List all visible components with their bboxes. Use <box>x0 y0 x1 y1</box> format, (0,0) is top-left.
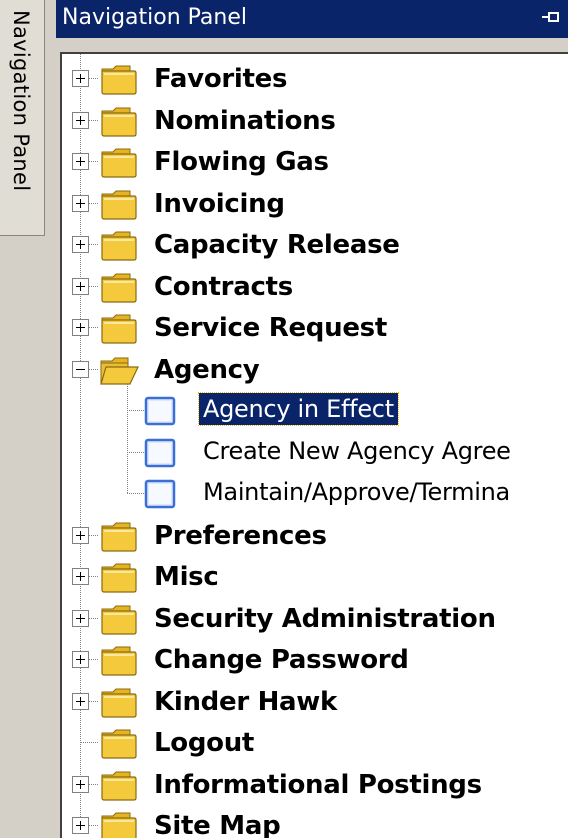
panel-title-bar: Navigation Panel <box>56 0 568 38</box>
tree-item-misc[interactable]: Misc <box>62 556 568 596</box>
folder-icon <box>98 519 140 553</box>
expand-icon[interactable] <box>72 111 89 129</box>
folder-icon <box>98 768 140 802</box>
tree-item-label[interactable]: Capacity Release <box>154 229 400 261</box>
tree-item-label[interactable]: Change Password <box>154 644 409 676</box>
tree-item-contracts[interactable]: Contracts <box>62 266 568 306</box>
folder-icon <box>98 809 140 838</box>
expand-icon[interactable] <box>72 692 89 710</box>
tree-item-label[interactable]: Security Administration <box>154 603 496 635</box>
tree-connector <box>80 742 98 743</box>
tree-item-invoicing[interactable]: Invoicing <box>62 183 568 223</box>
tree-item-label[interactable]: Invoicing <box>154 188 285 220</box>
expand-icon[interactable] <box>72 526 89 544</box>
navigation-tree: Favorites Nominations Flowing Gas Invoicing… <box>60 52 568 838</box>
folder-icon <box>98 104 140 138</box>
tree-item-label[interactable]: Informational Postings <box>154 769 482 801</box>
expand-icon[interactable] <box>72 609 89 627</box>
tree-item-label[interactable]: Contracts <box>154 271 293 303</box>
folder-icon <box>98 228 140 262</box>
tree-connector <box>127 451 144 453</box>
tree-item-favorites[interactable]: Favorites <box>62 58 568 98</box>
expand-icon[interactable] <box>72 651 89 668</box>
expand-icon[interactable] <box>72 817 89 834</box>
expand-icon[interactable] <box>72 194 89 212</box>
tree-item-label[interactable]: Agency <box>154 354 260 386</box>
tree-item-change-password[interactable]: Change Password <box>62 639 568 679</box>
tree-child-label[interactable]: Create New Agency Agree <box>199 435 515 467</box>
collapse-icon[interactable] <box>72 360 89 378</box>
tree-item-kinder-hawk[interactable]: Kinder Hawk <box>62 681 568 721</box>
tree-item-label[interactable]: Favorites <box>154 63 287 95</box>
folder-icon <box>98 685 140 719</box>
tree-child-label[interactable]: Agency in Effect <box>198 392 399 426</box>
tree-item-logout[interactable]: Logout <box>62 722 568 762</box>
tree-child-item[interactable]: Create New Agency Agree <box>62 432 568 472</box>
folder-icon <box>98 270 140 304</box>
tree-child-item[interactable]: Agency in Effect <box>62 390 568 430</box>
tree-item-label[interactable]: Service Request <box>154 312 387 344</box>
tree-item-label[interactable]: Site Map <box>154 810 281 838</box>
side-tab-strip: Navigation Panel <box>0 0 50 838</box>
folder-icon <box>98 726 140 760</box>
tree-item-security-administration[interactable]: Security Administration <box>62 598 568 638</box>
tree-connector <box>127 410 144 411</box>
tree-item-site-map[interactable]: Site Map <box>62 805 568 838</box>
expand-icon[interactable] <box>72 568 89 585</box>
page-icon <box>144 396 176 426</box>
folder-icon <box>98 560 140 594</box>
tree-item-label[interactable]: Kinder Hawk <box>154 686 337 718</box>
folder-icon <box>98 145 140 179</box>
tree-item-flowing-gas[interactable]: Flowing Gas <box>62 141 568 181</box>
expand-icon[interactable] <box>72 236 89 253</box>
tree-item-nominations[interactable]: Nominations <box>62 100 568 140</box>
tree-item-preferences[interactable]: Preferences <box>62 515 568 555</box>
pin-icon[interactable] <box>540 8 562 28</box>
tree-item-label[interactable]: Logout <box>154 727 254 759</box>
tree-connector <box>127 493 144 494</box>
expand-icon[interactable] <box>72 775 89 793</box>
side-tab-navigation-panel[interactable]: Navigation Panel <box>0 0 45 236</box>
tree-child-item[interactable]: Maintain/Approve/Termina <box>62 473 568 513</box>
page-icon <box>144 479 176 509</box>
tree-item-label[interactable]: Flowing Gas <box>154 146 329 178</box>
tree-item-informational-postings[interactable]: Informational Postings <box>62 764 568 804</box>
expand-icon[interactable] <box>72 153 89 170</box>
folder-icon <box>98 187 140 221</box>
tree-child-label[interactable]: Maintain/Approve/Termina <box>199 476 514 508</box>
tree-item-label[interactable]: Nominations <box>154 105 336 137</box>
expand-icon[interactable] <box>72 277 89 295</box>
open-folder-icon <box>98 353 140 387</box>
page-icon <box>144 438 176 468</box>
navigation-panel: Navigation Panel Favorites Nominations Flo… <box>50 0 568 838</box>
folder-icon <box>98 643 140 677</box>
tree-item-service-request[interactable]: Service Request <box>62 307 568 347</box>
panel-title: Navigation Panel <box>62 5 248 30</box>
tree-item-label[interactable]: Preferences <box>154 520 327 552</box>
expand-icon[interactable] <box>72 70 89 87</box>
folder-icon <box>98 602 140 636</box>
tree-item-agency[interactable]: Agency <box>62 349 568 389</box>
side-tab-label: Navigation Panel <box>9 10 33 192</box>
tree-item-label[interactable]: Misc <box>154 561 219 593</box>
folder-icon <box>98 311 140 345</box>
expand-icon[interactable] <box>72 319 89 336</box>
folder-icon <box>98 62 140 96</box>
tree-item-capacity-release[interactable]: Capacity Release <box>62 224 568 264</box>
